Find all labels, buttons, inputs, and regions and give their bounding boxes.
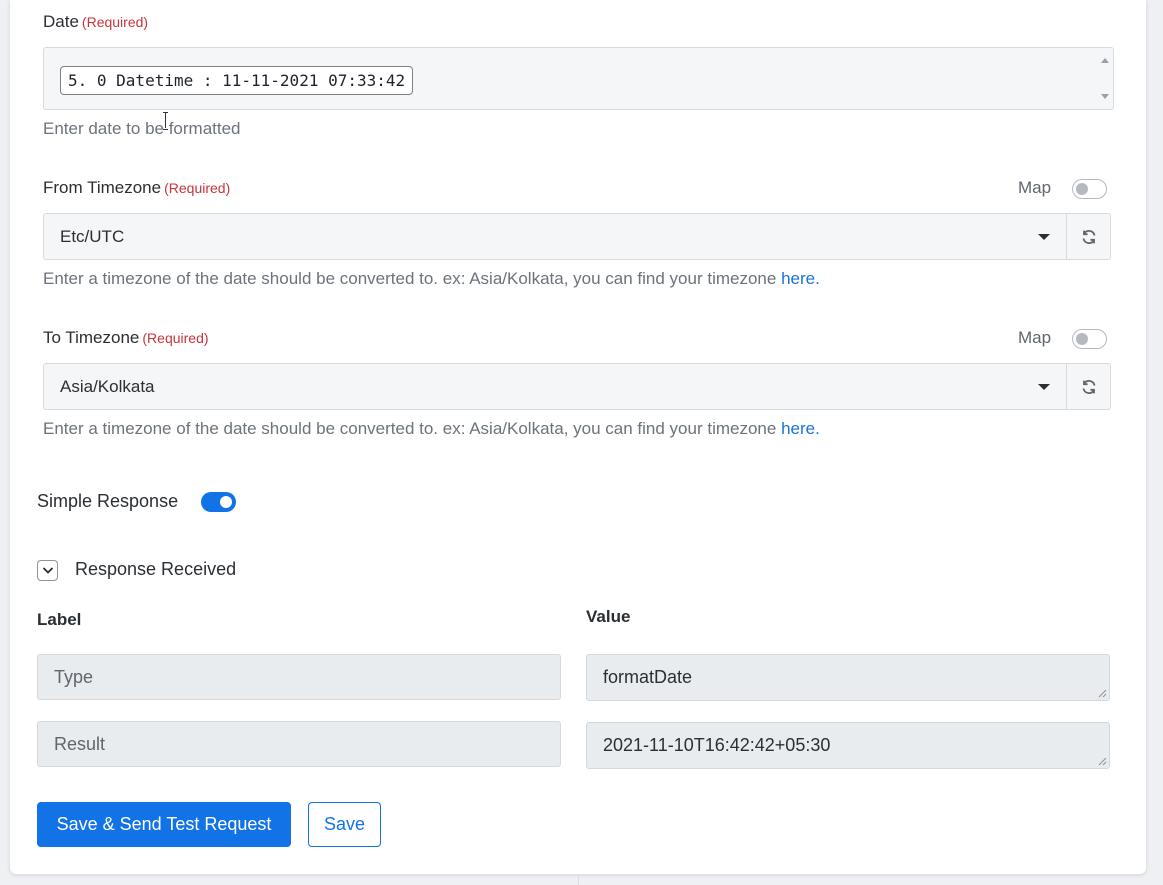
from-timezone-select[interactable]: Etc/UTC — [43, 213, 1067, 260]
response-value-type[interactable]: formatDate — [586, 654, 1110, 701]
to-timezone-map-label: Map — [1018, 328, 1052, 347]
scroll-down-icon[interactable] — [1101, 94, 1109, 99]
resize-grip-icon[interactable] — [1097, 756, 1107, 766]
to-timezone-label-row: To Timezone (Required) — [43, 328, 209, 348]
response-value-text: 2021-11-10T16:42:42+05:30 — [603, 735, 831, 755]
scroll-up-icon[interactable] — [1101, 58, 1109, 63]
to-timezone-help: Enter a timezone of the date should be c… — [43, 419, 820, 439]
simple-response-label: Simple Response — [37, 491, 179, 511]
save-button[interactable]: Save — [308, 802, 381, 847]
value-column-header: Value — [586, 607, 631, 626]
response-value-text: formatDate — [603, 667, 693, 687]
to-timezone-help-link[interactable]: here. — [781, 419, 820, 438]
toggle-knob — [1076, 183, 1088, 195]
label-column-header: Label — [37, 610, 82, 629]
date-mapped-chip[interactable]: 5. 0 Datetime : 11-11-2021 07:33:42 — [60, 66, 414, 95]
date-input[interactable]: 5. 0 Datetime : 11-11-2021 07:33:42 — [43, 47, 1114, 110]
to-timezone-value: Asia/Kolkata — [60, 377, 155, 396]
from-timezone-help-link[interactable]: here. — [781, 269, 820, 288]
save-and-send-test-request-button[interactable]: Save & Send Test Request — [37, 802, 291, 847]
chevron-down-icon — [1038, 234, 1050, 240]
refresh-icon — [1082, 380, 1096, 394]
response-received-title: Response Received — [75, 559, 237, 579]
response-label-result: Result — [37, 721, 561, 767]
to-timezone-help-text: Enter a timezone of the date should be c… — [43, 419, 782, 438]
toggle-knob — [1076, 333, 1088, 345]
divider — [578, 874, 579, 885]
resize-grip-icon[interactable] — [1097, 688, 1107, 698]
response-label-type: Type — [37, 654, 561, 700]
simple-response-toggle[interactable] — [201, 492, 236, 512]
from-timezone-label-row: From Timezone (Required) — [43, 178, 230, 198]
from-timezone-help: Enter a timezone of the date should be c… — [43, 269, 820, 289]
from-timezone-map-label: Map — [1018, 178, 1052, 197]
date-label: Date — [43, 12, 79, 31]
chevron-down-icon — [1038, 384, 1050, 390]
from-timezone-label: From Timezone — [43, 178, 162, 197]
response-value-result[interactable]: 2021-11-10T16:42:42+05:30 — [586, 722, 1110, 769]
from-timezone-help-text: Enter a timezone of the date should be c… — [43, 269, 782, 288]
to-timezone-refresh-button[interactable] — [1067, 363, 1111, 410]
from-timezone-value: Etc/UTC — [60, 227, 125, 246]
to-timezone-required-badge: (Required) — [142, 330, 209, 346]
refresh-icon — [1082, 230, 1096, 244]
from-timezone-required-badge: (Required) — [164, 180, 231, 196]
from-timezone-refresh-button[interactable] — [1067, 213, 1111, 260]
to-timezone-map-toggle[interactable] — [1072, 329, 1107, 349]
text-cursor-icon — [163, 112, 169, 130]
toggle-knob — [220, 496, 232, 508]
response-collapse-button[interactable] — [37, 560, 58, 581]
to-timezone-label: To Timezone — [43, 328, 140, 347]
from-timezone-map-toggle[interactable] — [1072, 179, 1107, 199]
date-required-badge: (Required) — [81, 14, 149, 30]
date-label-row: Date (Required) — [43, 12, 148, 32]
date-input-scrollbar[interactable] — [1097, 48, 1113, 109]
chevron-down-icon — [42, 567, 54, 574]
to-timezone-select[interactable]: Asia/Kolkata — [43, 363, 1067, 410]
date-help-text: Enter date to be formatted — [43, 119, 241, 138]
